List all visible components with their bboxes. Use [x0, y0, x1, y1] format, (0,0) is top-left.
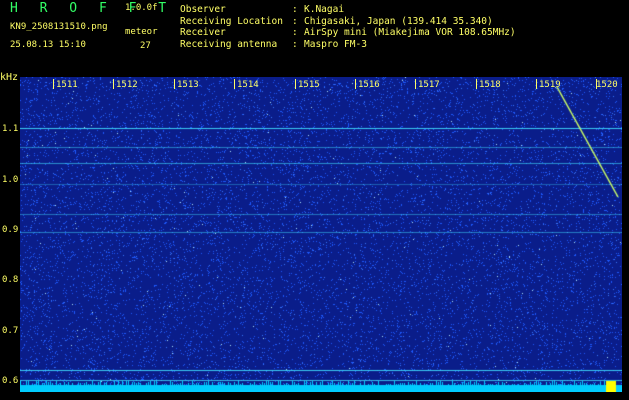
datetime-label: 25.08.13 15:10	[10, 40, 86, 50]
info-row-receiver: Receiver: AirSpy mini (Miakejima VOR 108.…	[180, 27, 516, 38]
y-tick: 1.1	[2, 124, 19, 134]
x-tick-mark	[415, 79, 416, 89]
info-row-antenna: Receiving antenna: Maspro FM-3	[180, 38, 367, 50]
header-panel: H R O F F T 1.0.0f KN9_2508131510.png me…	[0, 0, 629, 74]
count-label: 27	[140, 41, 151, 51]
mode-label: meteor	[125, 27, 158, 37]
x-tick-mark	[53, 79, 54, 89]
x-tick: 1515	[298, 80, 320, 90]
info-row-observer: Observer: K.Nagai	[180, 4, 345, 15]
spectrogram-area[interactable]	[20, 77, 622, 392]
x-tick: 1512	[116, 80, 138, 90]
x-tick: 1520	[596, 80, 618, 90]
y-tick: 1.0	[2, 175, 19, 185]
x-tick: 1511	[56, 80, 78, 90]
x-tick-mark	[234, 79, 235, 89]
x-tick: 1514	[237, 80, 259, 90]
x-tick: 1518	[479, 80, 501, 90]
station-info: Observer: K.Nagai Receiving Location: Chig…	[180, 4, 516, 50]
right-border	[622, 77, 629, 392]
y-tick: 0.9	[2, 225, 19, 235]
x-tick-mark	[174, 79, 175, 89]
x-tick: 1519	[539, 80, 561, 90]
x-tick: 1517	[418, 80, 440, 90]
x-tick-mark	[113, 79, 114, 89]
y-tick: 0.7	[2, 326, 19, 336]
x-tick: 1516	[358, 80, 380, 90]
y-tick: 0.8	[2, 275, 19, 285]
y-axis-unit: kHz	[0, 72, 19, 83]
filename-label: KN9_2508131510.png	[10, 22, 108, 32]
y-tick: 0.6	[2, 376, 19, 386]
bottom-border	[0, 392, 629, 400]
x-tick-mark	[536, 79, 537, 89]
x-tick-mark	[295, 79, 296, 89]
info-row-location: Receiving Location: Chigasaki, Japan (139…	[180, 15, 493, 27]
version-label: 1.0.0f	[125, 3, 158, 13]
x-tick-mark	[476, 79, 477, 89]
x-tick: 1513	[177, 80, 199, 90]
x-tick-mark	[355, 79, 356, 89]
spectrogram-canvas[interactable]	[20, 77, 622, 392]
